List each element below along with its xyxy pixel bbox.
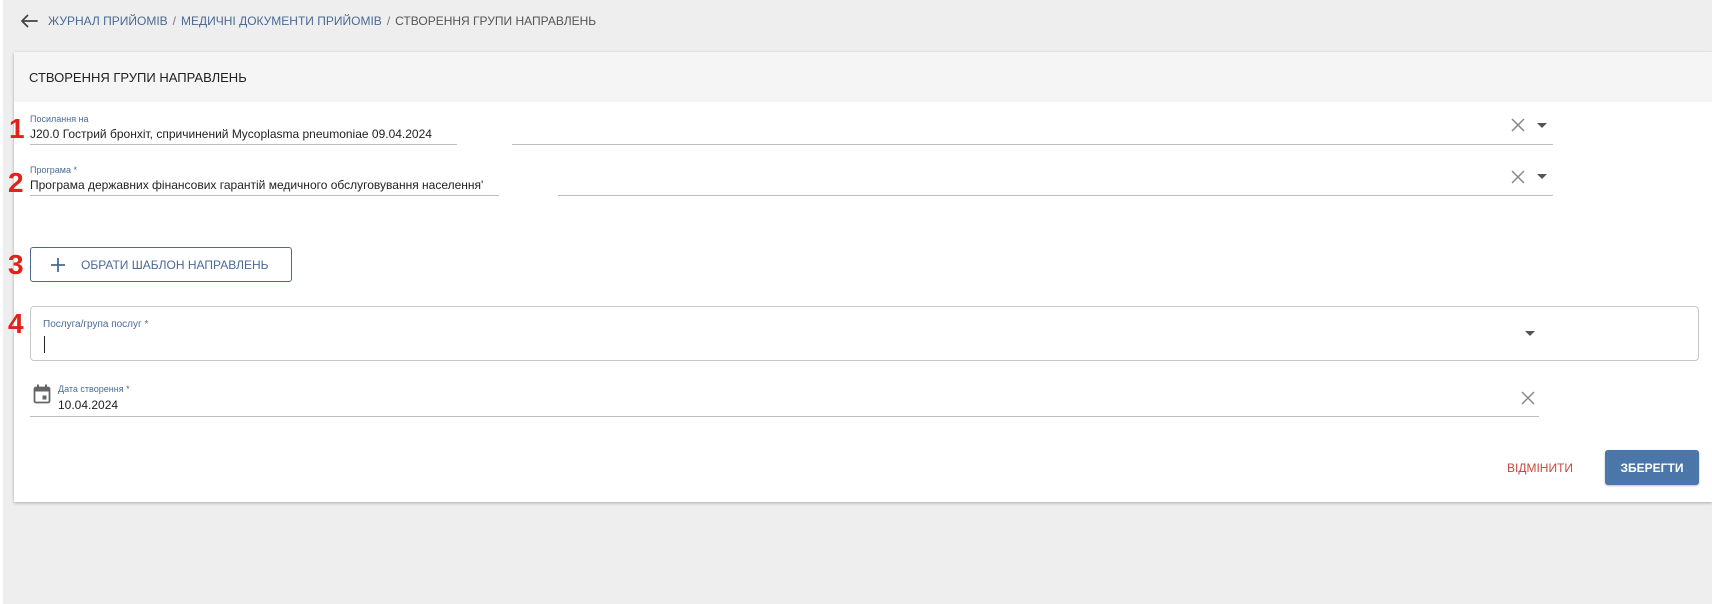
card-header: СТВОРЕННЯ ГРУПИ НАПРАВЛЕНЬ [14, 52, 1712, 102]
reference-field[interactable]: Посилання на J20.0 Гострий бронхіт, спри… [30, 112, 1553, 145]
marker-1: 1 [9, 113, 25, 144]
marker-4: 4 [8, 308, 24, 339]
marker-2: 2 [8, 167, 24, 198]
card-title: СТВОРЕННЯ ГРУПИ НАПРАВЛЕНЬ [29, 69, 247, 85]
breadcrumb-link-documents[interactable]: МЕДИЧНІ ДОКУМЕНТИ ПРИЙОМІВ [181, 14, 382, 28]
created-date-underline [30, 416, 1539, 417]
reference-chevron-down-icon[interactable] [1537, 123, 1547, 128]
save-button-label: ЗБЕРЕГТИ [1620, 460, 1684, 475]
program-clear-icon[interactable] [1511, 170, 1525, 184]
service-label: Послуга/група послуг * [43, 319, 149, 330]
created-date-value[interactable]: 10.04.2024 [58, 398, 118, 412]
breadcrumb-separator: / [172, 14, 177, 28]
choose-template-label: ОБРАТИ ШАБЛОН НАПРАВЛЕНЬ [81, 257, 269, 272]
program-underline-right [558, 195, 1553, 196]
program-underline [30, 195, 499, 196]
created-date-field[interactable]: Дата створення * 10.04.2024 [30, 383, 1539, 417]
save-button[interactable]: ЗБЕРЕГТИ [1605, 450, 1699, 485]
reference-value[interactable]: J20.0 Гострий бронхіт, спричинений Mycop… [30, 127, 432, 141]
service-chevron-down-icon[interactable] [1525, 331, 1535, 336]
text-cursor [44, 336, 45, 353]
created-date-clear-icon[interactable] [1521, 391, 1535, 405]
plus-icon [51, 257, 65, 272]
program-value[interactable]: Програма державних фінансових гарантій м… [30, 178, 500, 192]
reference-label: Посилання на [30, 114, 89, 124]
service-group-input[interactable]: Послуга/група послуг * [30, 306, 1699, 361]
program-label: Програма * [30, 165, 77, 175]
choose-template-button[interactable]: ОБРАТИ ШАБЛОН НАПРАВЛЕНЬ [30, 247, 292, 282]
program-chevron-down-icon[interactable] [1537, 174, 1547, 179]
program-field[interactable]: Програма * Програма державних фінансових… [30, 163, 1553, 196]
back-arrow-icon[interactable] [19, 13, 39, 29]
cancel-button[interactable]: ВІДМІНИТИ [1507, 461, 1573, 475]
reference-underline-right [512, 144, 1553, 145]
breadcrumb: ЖУРНАЛ ПРИЙОМІВ / МЕДИЧНІ ДОКУМЕНТИ ПРИЙ… [19, 12, 596, 30]
reference-underline [30, 144, 457, 145]
reference-clear-icon[interactable] [1511, 118, 1525, 132]
breadcrumb-current: СТВОРЕННЯ ГРУПИ НАПРАВЛЕНЬ [395, 14, 597, 28]
breadcrumb-link-journal[interactable]: ЖУРНАЛ ПРИЙОМІВ [48, 14, 168, 28]
page-background: ЖУРНАЛ ПРИЙОМІВ / МЕДИЧНІ ДОКУМЕНТИ ПРИЙ… [3, 0, 1712, 604]
created-date-label: Дата створення * [58, 384, 130, 394]
marker-3: 3 [8, 249, 24, 280]
breadcrumb-separator: / [386, 14, 391, 28]
